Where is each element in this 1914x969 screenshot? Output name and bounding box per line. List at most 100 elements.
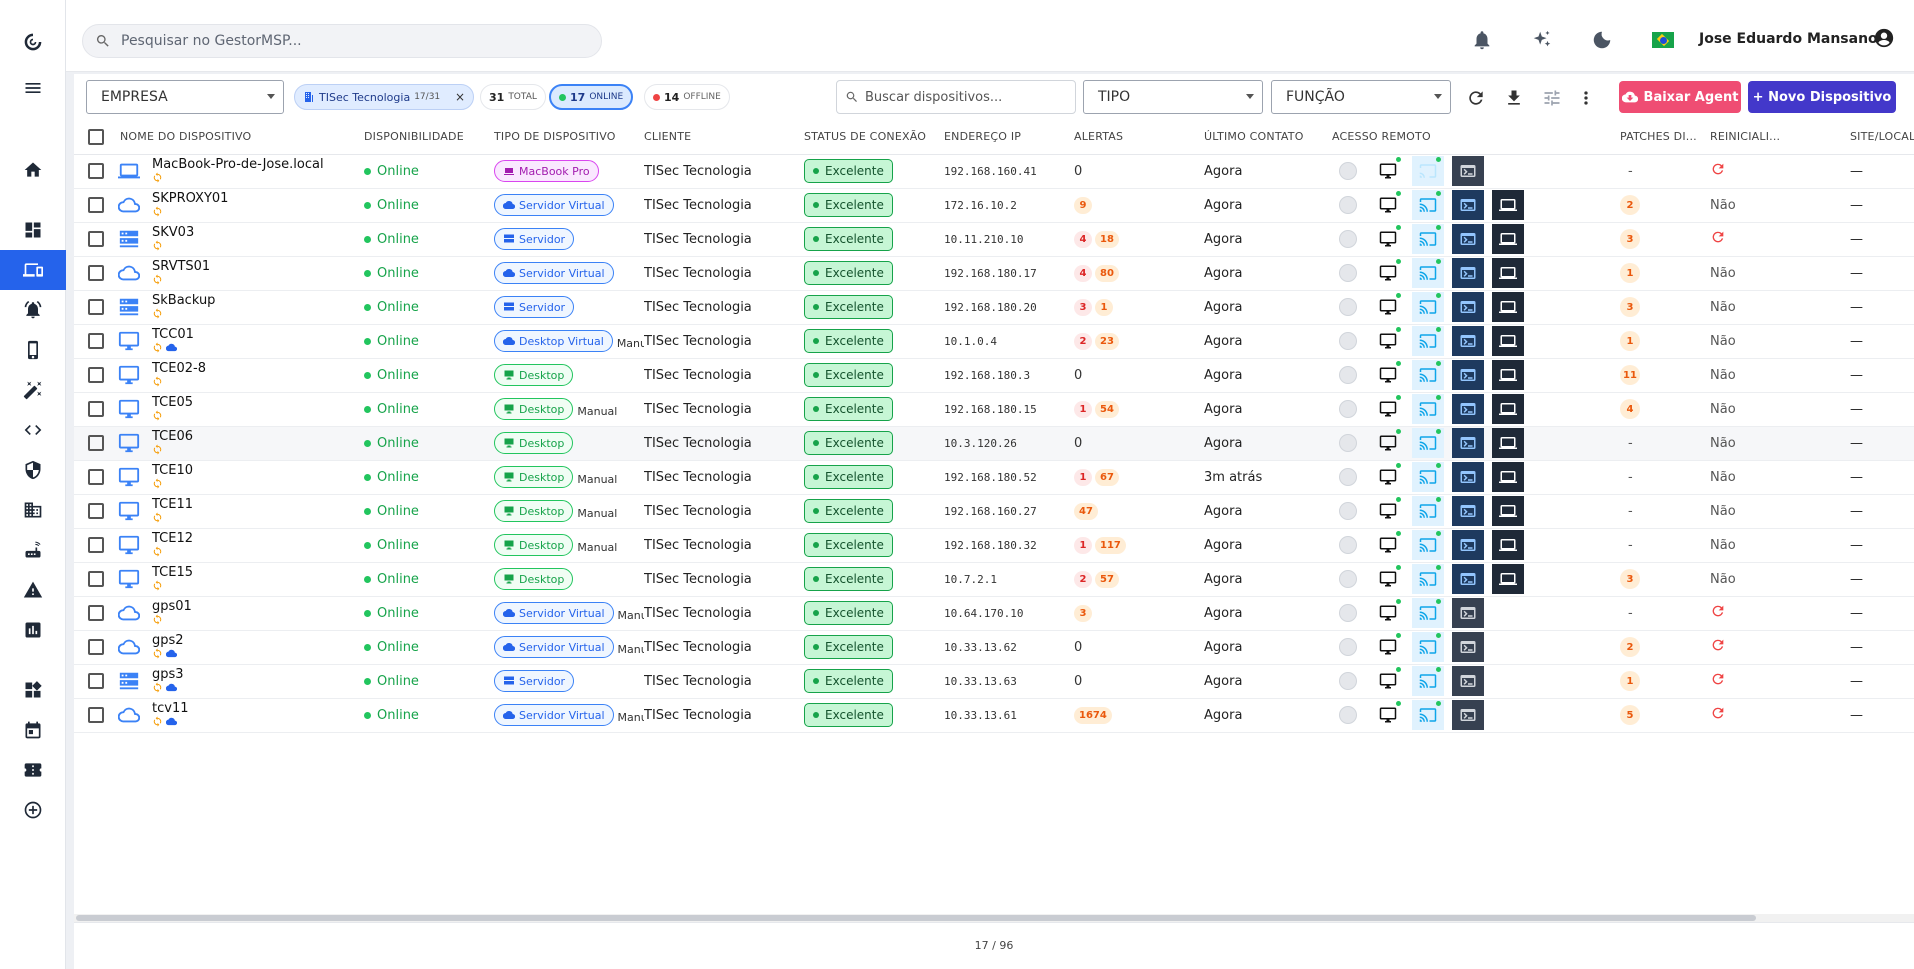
column-header[interactable]: NOME DO DISPOSITIVO [110, 120, 364, 155]
row-checkbox[interactable] [88, 707, 104, 723]
device-name-cell[interactable]: TCE05 [110, 392, 364, 427]
remote-session-button[interactable] [1492, 224, 1524, 254]
remote-session-button[interactable] [1492, 428, 1524, 458]
remote-desktop-button[interactable] [1372, 530, 1404, 560]
remote-status-toggle[interactable] [1332, 666, 1364, 696]
row-checkbox[interactable] [88, 503, 104, 519]
remote-desktop-button[interactable] [1372, 700, 1404, 730]
table-row[interactable]: tcv11 Online Servidor Virtual ManuTISec Tec… [74, 698, 1914, 733]
alert-count-badge[interactable]: 57 [1095, 570, 1119, 588]
alert-count-badge[interactable]: 1 [1074, 468, 1092, 486]
column-header[interactable]: DISPONIBILIDADE [364, 120, 494, 155]
patches-pending-badge[interactable]: 11 [1620, 365, 1640, 385]
alert-count-badge[interactable]: 4 [1074, 264, 1092, 282]
column-header[interactable]: STATUS DE CONEXÃO [804, 120, 944, 155]
logo-nav-item[interactable] [0, 22, 66, 62]
remote-desktop-button[interactable] [1372, 598, 1404, 628]
row-checkbox[interactable] [88, 673, 104, 689]
remote-desktop-button[interactable] [1372, 190, 1404, 220]
remote-session-button[interactable] [1492, 496, 1524, 526]
table-row[interactable]: gps3 Online Servidor TISec Tecnologia Excele… [74, 664, 1914, 699]
automation-nav-item[interactable] [0, 370, 66, 410]
remote-cast-button[interactable] [1412, 666, 1444, 696]
device-name[interactable]: TCC01 [152, 328, 194, 341]
account-icon[interactable] [1872, 26, 1896, 50]
alert-count-badge[interactable]: 9 [1074, 196, 1092, 214]
remote-status-toggle[interactable] [1332, 496, 1364, 526]
remote-terminal-button[interactable] [1452, 258, 1484, 288]
remote-status-toggle[interactable] [1332, 598, 1364, 628]
columns-settings-icon[interactable] [1540, 86, 1564, 110]
device-name-cell[interactable]: TCE06 [110, 426, 364, 461]
device-name-cell[interactable]: TCE12 [110, 528, 364, 563]
column-header[interactable]: ALERTAS [1074, 120, 1204, 155]
remote-terminal-button[interactable] [1452, 326, 1484, 356]
alert-count-badge[interactable]: 3 [1074, 604, 1092, 622]
menu-nav-item[interactable] [0, 68, 66, 108]
remote-cast-button[interactable] [1412, 462, 1444, 492]
bell-icon[interactable] [1470, 28, 1494, 52]
alert-count-badge[interactable]: 3 [1074, 298, 1092, 316]
device-name[interactable]: TCE02-8 [152, 362, 206, 375]
code-nav-item[interactable] [0, 410, 66, 450]
alerts-nav-item[interactable] [0, 290, 66, 330]
remote-session-button[interactable] [1492, 564, 1524, 594]
device-search-input[interactable]: Buscar dispositivos... [836, 80, 1076, 114]
remote-terminal-button[interactable] [1452, 700, 1484, 730]
patches-pending-badge[interactable]: 2 [1620, 195, 1640, 215]
remote-cast-button[interactable] [1412, 394, 1444, 424]
table-row[interactable]: SkBackup Online Servidor TISec Tecnologia Ex… [74, 290, 1914, 325]
remote-terminal-button[interactable] [1452, 190, 1484, 220]
alert-count-badge[interactable]: 1674 [1074, 706, 1112, 724]
remote-cast-button[interactable] [1412, 156, 1444, 186]
patches-pending-badge[interactable]: 1 [1620, 331, 1640, 351]
table-row[interactable]: TCE10 Online Desktop Manual TISec Tecnologia… [74, 460, 1914, 495]
device-name[interactable]: TCE15 [152, 566, 193, 579]
remote-terminal-button[interactable] [1452, 632, 1484, 662]
table-row[interactable]: TCE11 Online Desktop Manual TISec Tecnologia… [74, 494, 1914, 529]
device-name[interactable]: gps3 [152, 668, 184, 681]
patches-pending-badge[interactable]: 2 [1620, 637, 1640, 657]
refresh-icon[interactable] [1464, 86, 1488, 110]
patches-pending-badge[interactable]: 3 [1620, 297, 1640, 317]
remote-status-toggle[interactable] [1332, 462, 1364, 492]
widgets-nav-item[interactable] [0, 670, 66, 710]
remote-desktop-button[interactable] [1372, 292, 1404, 322]
remote-session-button[interactable] [1492, 360, 1524, 390]
device-name[interactable]: TCE10 [152, 464, 193, 477]
device-name-cell[interactable]: TCE15 [110, 562, 364, 597]
moon-icon[interactable] [1590, 28, 1614, 52]
patches-pending-badge[interactable]: 1 [1620, 671, 1640, 691]
remote-status-toggle[interactable] [1332, 394, 1364, 424]
device-name[interactable]: TCE06 [152, 430, 193, 443]
remote-cast-button[interactable] [1412, 224, 1444, 254]
alert-count-badge[interactable]: 1 [1074, 400, 1092, 418]
patches-pending-badge[interactable]: 3 [1620, 569, 1640, 589]
function-select[interactable]: FUNÇÃO [1271, 80, 1451, 114]
table-row[interactable]: TCE02-8 Online Desktop TISec Tecnologia Exce… [74, 358, 1914, 393]
remote-terminal-button[interactable] [1452, 462, 1484, 492]
alert-count-badge[interactable]: 23 [1095, 332, 1119, 350]
remote-desktop-button[interactable] [1372, 326, 1404, 356]
company-nav-item[interactable] [0, 490, 66, 530]
horizontal-scrollbar[interactable] [74, 914, 1914, 922]
device-name-cell[interactable]: tcv11 [110, 698, 364, 733]
mobile-nav-item[interactable] [0, 330, 66, 370]
remote-terminal-button[interactable] [1452, 394, 1484, 424]
table-row[interactable]: TCE05 Online Desktop Manual TISec Tecnologia… [74, 392, 1914, 427]
row-checkbox[interactable] [88, 367, 104, 383]
remote-cast-button[interactable] [1412, 598, 1444, 628]
alert-count-badge[interactable]: 2 [1074, 570, 1092, 588]
device-name-cell[interactable]: SkBackup [110, 290, 364, 325]
remote-cast-button[interactable] [1412, 428, 1444, 458]
remote-status-toggle[interactable] [1332, 292, 1364, 322]
table-row[interactable]: gps2 Online Servidor Virtual ManuTISec Tecn… [74, 630, 1914, 665]
select-all-checkbox[interactable] [88, 128, 104, 145]
column-header[interactable]: PATCHES DI... [1620, 120, 1710, 155]
row-checkbox[interactable] [88, 435, 104, 451]
remote-desktop-button[interactable] [1372, 394, 1404, 424]
row-checkbox[interactable] [88, 163, 104, 179]
remote-status-toggle[interactable] [1332, 326, 1364, 356]
row-checkbox[interactable] [88, 639, 104, 655]
remote-status-toggle[interactable] [1332, 258, 1364, 288]
